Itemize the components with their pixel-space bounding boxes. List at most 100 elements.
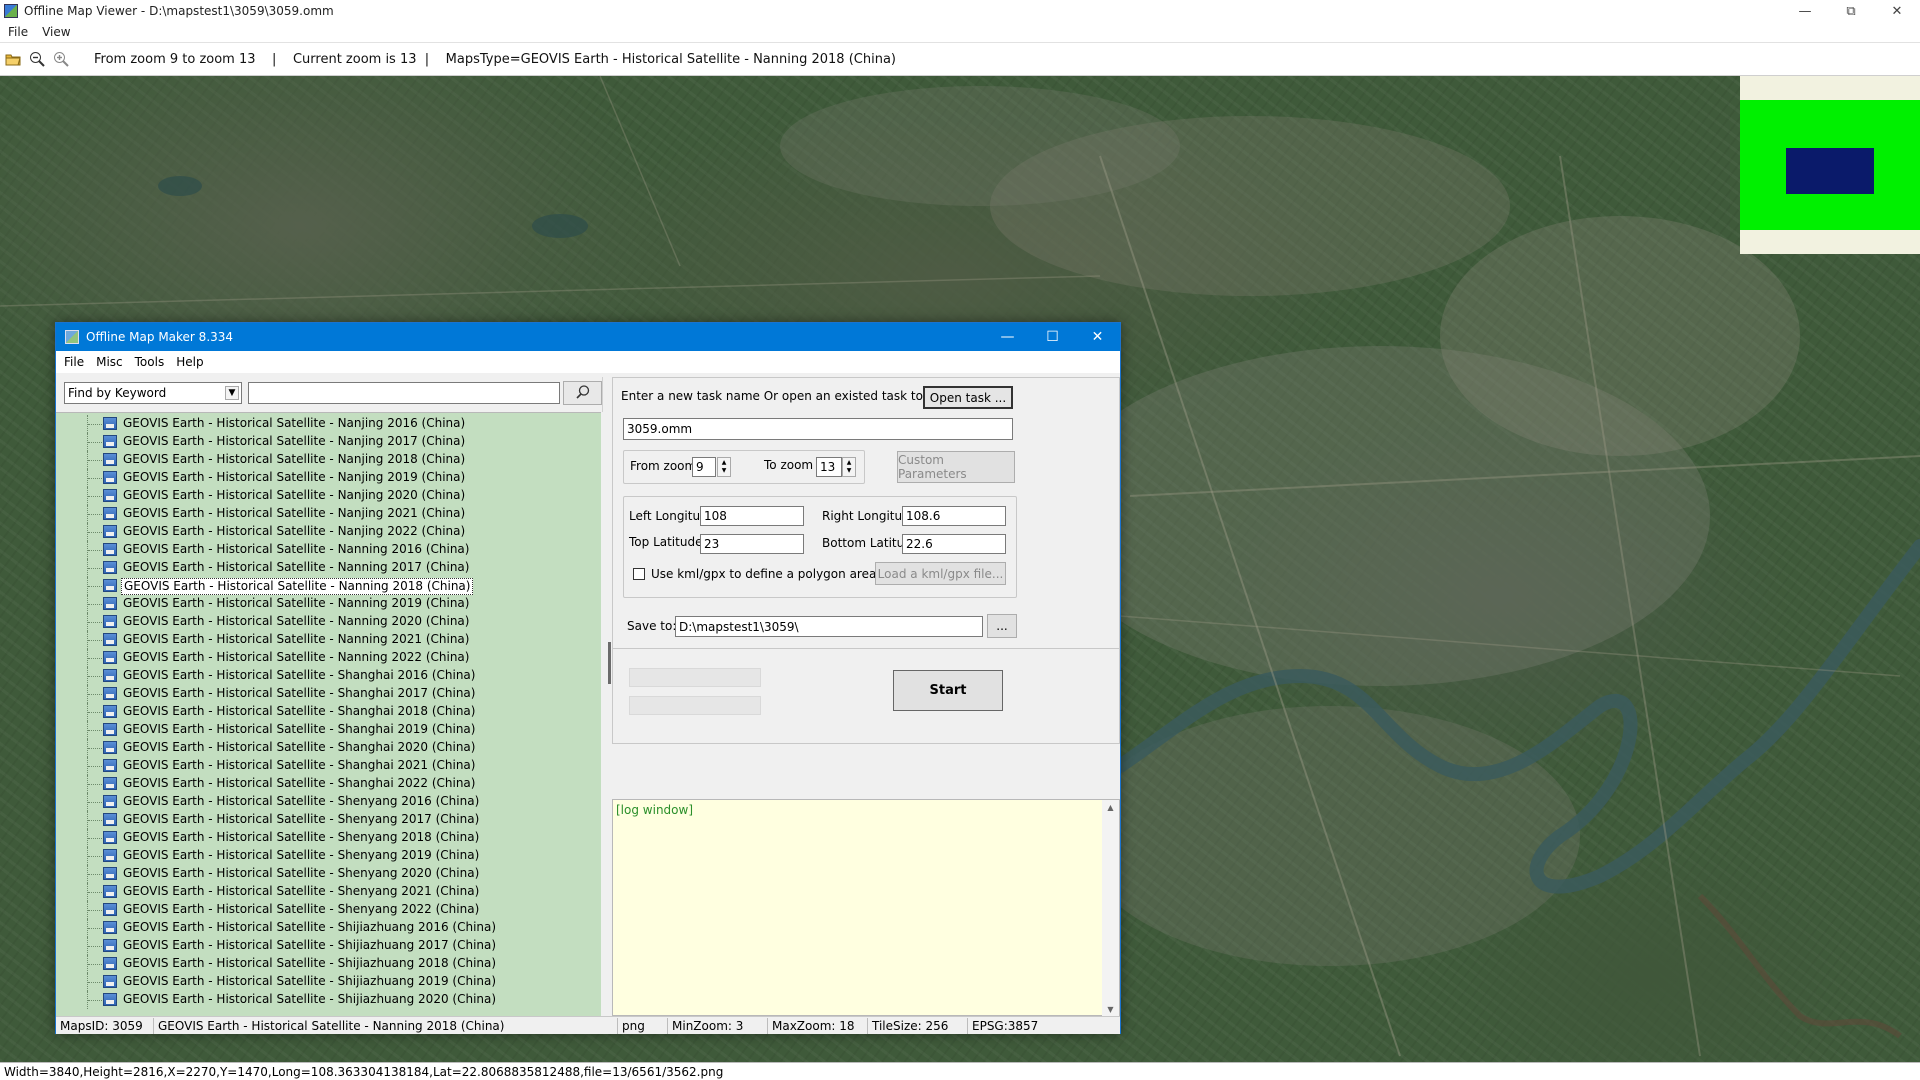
search-input[interactable] bbox=[248, 382, 560, 404]
to-zoom-stepper[interactable]: ▲ ▼ bbox=[842, 457, 856, 477]
tree-item[interactable]: GEOVIS Earth - Historical Satellite - Sh… bbox=[56, 811, 601, 829]
tree-item[interactable]: GEOVIS Earth - Historical Satellite - Na… bbox=[56, 523, 601, 541]
left-longitude-input[interactable]: 108 bbox=[700, 506, 804, 526]
find-mode-select[interactable]: Find by Keyword ▼ bbox=[64, 382, 242, 404]
open-task-button[interactable]: Open task ... bbox=[923, 386, 1013, 409]
tree-item-label: GEOVIS Earth - Historical Satellite - Sh… bbox=[123, 920, 497, 934]
map-layer-icon bbox=[103, 813, 117, 826]
tree-item[interactable]: GEOVIS Earth - Historical Satellite - Sh… bbox=[56, 667, 601, 685]
status-epsg: EPSG:3857 bbox=[972, 1018, 1039, 1033]
tree-item-label: GEOVIS Earth - Historical Satellite - Sh… bbox=[123, 758, 476, 772]
chevron-down-icon[interactable]: ▼ bbox=[225, 386, 239, 400]
close-icon[interactable]: ✕ bbox=[1874, 0, 1920, 22]
restore-icon[interactable]: ⧉ bbox=[1828, 0, 1874, 22]
map-layer-icon bbox=[103, 759, 117, 772]
tree-guide-line bbox=[88, 442, 102, 443]
maker-menu-misc[interactable]: Misc bbox=[96, 355, 123, 369]
start-button[interactable]: Start bbox=[893, 670, 1003, 711]
tree-item[interactable]: GEOVIS Earth - Historical Satellite - Sh… bbox=[56, 937, 601, 955]
tree-item[interactable]: GEOVIS Earth - Historical Satellite - Sh… bbox=[56, 865, 601, 883]
load-kml-button[interactable]: Load a kml/gpx file... bbox=[875, 562, 1006, 585]
tree-item[interactable]: GEOVIS Earth - Historical Satellite - Sh… bbox=[56, 919, 601, 937]
tree-item[interactable]: GEOVIS Earth - Historical Satellite - Na… bbox=[56, 595, 601, 613]
maker-title-bar[interactable]: Offline Map Maker 8.334 — ☐ ✕ bbox=[56, 323, 1120, 351]
search-icon bbox=[575, 384, 591, 403]
log-scrollbar[interactable]: ▲ ▼ bbox=[1102, 800, 1119, 1017]
tree-item[interactable]: GEOVIS Earth - Historical Satellite - Sh… bbox=[56, 793, 601, 811]
viewer-toolbar: From zoom 9 to zoom 13 | Current zoom is… bbox=[0, 42, 1920, 76]
map-layer-icon bbox=[103, 651, 117, 664]
custom-parameters-button[interactable]: Custom Parameters bbox=[897, 451, 1015, 483]
tree-item[interactable]: GEOVIS Earth - Historical Satellite - Na… bbox=[56, 505, 601, 523]
to-zoom-input[interactable]: 13 bbox=[816, 457, 842, 477]
right-longitude-input[interactable]: 108.6 bbox=[902, 506, 1006, 526]
tree-item[interactable]: GEOVIS Earth - Historical Satellite - Sh… bbox=[56, 829, 601, 847]
map-layer-icon bbox=[103, 993, 117, 1006]
viewer-menu-file[interactable]: File bbox=[8, 25, 28, 39]
maker-menu-help[interactable]: Help bbox=[176, 355, 203, 369]
tree-item[interactable]: GEOVIS Earth - Historical Satellite - Na… bbox=[56, 541, 601, 559]
maximize-icon[interactable]: ☐ bbox=[1030, 323, 1075, 351]
tree-item[interactable]: GEOVIS Earth - Historical Satellite - Na… bbox=[56, 613, 601, 631]
overview-minimap[interactable] bbox=[1740, 76, 1920, 254]
tree-item-label: GEOVIS Earth - Historical Satellite - Na… bbox=[123, 452, 466, 466]
tree-item[interactable]: GEOVIS Earth - Historical Satellite - Sh… bbox=[56, 901, 601, 919]
tree-guide-line bbox=[88, 802, 102, 803]
viewer-menu-view[interactable]: View bbox=[42, 25, 70, 39]
top-latitude-input[interactable]: 23 bbox=[700, 534, 804, 554]
tree-item[interactable]: GEOVIS Earth - Historical Satellite - Sh… bbox=[56, 883, 601, 901]
viewer-title-bar: Offline Map Viewer - D:\mapstest1\3059\3… bbox=[0, 0, 1920, 22]
bottom-latitude-input[interactable]: 22.6 bbox=[902, 534, 1006, 554]
tree-item[interactable]: GEOVIS Earth - Historical Satellite - Na… bbox=[56, 487, 601, 505]
tree-item[interactable]: GEOVIS Earth - Historical Satellite - Sh… bbox=[56, 775, 601, 793]
map-layer-icon bbox=[103, 633, 117, 646]
tree-item[interactable]: GEOVIS Earth - Historical Satellite - Sh… bbox=[56, 703, 601, 721]
close-icon[interactable]: ✕ bbox=[1075, 323, 1120, 351]
log-window[interactable]: [log window] ▲ ▼ bbox=[612, 799, 1120, 1017]
zoom-out-icon[interactable] bbox=[26, 48, 48, 70]
open-folder-icon[interactable] bbox=[2, 48, 24, 70]
maker-menu-file[interactable]: File bbox=[64, 355, 84, 369]
tree-guide-line bbox=[88, 874, 102, 875]
tree-item[interactable]: GEOVIS Earth - Historical Satellite - Na… bbox=[56, 577, 601, 595]
minimize-icon[interactable]: — bbox=[1782, 0, 1828, 22]
zoom-in-icon[interactable] bbox=[50, 48, 72, 70]
tree-item[interactable]: GEOVIS Earth - Historical Satellite - Na… bbox=[56, 469, 601, 487]
tree-item[interactable]: GEOVIS Earth - Historical Satellite - Na… bbox=[56, 433, 601, 451]
tree-item[interactable]: GEOVIS Earth - Historical Satellite - Sh… bbox=[56, 847, 601, 865]
tree-item[interactable]: GEOVIS Earth - Historical Satellite - Sh… bbox=[56, 739, 601, 757]
from-zoom-stepper[interactable]: ▲ ▼ bbox=[717, 457, 731, 477]
search-button[interactable] bbox=[563, 381, 602, 405]
tree-item[interactable]: GEOVIS Earth - Historical Satellite - Sh… bbox=[56, 685, 601, 703]
scroll-up-icon[interactable]: ▲ bbox=[1107, 803, 1113, 812]
task-name-input[interactable]: 3059.omm bbox=[623, 418, 1013, 440]
progress-bar-secondary bbox=[629, 696, 761, 715]
map-type-tree[interactable]: GEOVIS Earth - Historical Satellite - Na… bbox=[56, 412, 601, 1016]
tree-item[interactable]: GEOVIS Earth - Historical Satellite - Na… bbox=[56, 631, 601, 649]
tree-item-label: GEOVIS Earth - Historical Satellite - Na… bbox=[123, 650, 470, 664]
tree-item[interactable]: GEOVIS Earth - Historical Satellite - Na… bbox=[56, 649, 601, 667]
tree-item[interactable]: GEOVIS Earth - Historical Satellite - Na… bbox=[56, 559, 601, 577]
minimize-icon[interactable]: — bbox=[985, 323, 1030, 351]
tree-item[interactable]: GEOVIS Earth - Historical Satellite - Sh… bbox=[56, 721, 601, 739]
minimap-viewport-indicator[interactable] bbox=[1786, 148, 1874, 194]
tree-guide-line bbox=[88, 514, 102, 515]
maker-menu-tools[interactable]: Tools bbox=[135, 355, 165, 369]
tree-item-label: GEOVIS Earth - Historical Satellite - Sh… bbox=[123, 902, 480, 916]
tree-item-label: GEOVIS Earth - Historical Satellite - Sh… bbox=[123, 848, 480, 862]
map-layer-icon bbox=[103, 435, 117, 448]
tree-item[interactable]: GEOVIS Earth - Historical Satellite - Sh… bbox=[56, 955, 601, 973]
tree-item[interactable]: GEOVIS Earth - Historical Satellite - Sh… bbox=[56, 757, 601, 775]
tree-item[interactable]: GEOVIS Earth - Historical Satellite - Sh… bbox=[56, 991, 601, 1009]
tree-item[interactable]: GEOVIS Earth - Historical Satellite - Na… bbox=[56, 415, 601, 433]
tree-item[interactable]: GEOVIS Earth - Historical Satellite - Sh… bbox=[56, 973, 601, 991]
browse-button[interactable]: ... bbox=[987, 614, 1017, 638]
tree-scrollbar-thumb[interactable] bbox=[608, 642, 611, 684]
kml-checkbox[interactable] bbox=[633, 568, 645, 580]
tree-guide-line bbox=[88, 982, 102, 983]
save-path-input[interactable]: D:\mapstest1\3059\ bbox=[675, 616, 983, 637]
tree-item[interactable]: GEOVIS Earth - Historical Satellite - Na… bbox=[56, 451, 601, 469]
map-layer-icon bbox=[103, 795, 117, 808]
from-zoom-input[interactable]: 9 bbox=[692, 457, 716, 477]
scroll-down-icon[interactable]: ▼ bbox=[1107, 1005, 1113, 1014]
